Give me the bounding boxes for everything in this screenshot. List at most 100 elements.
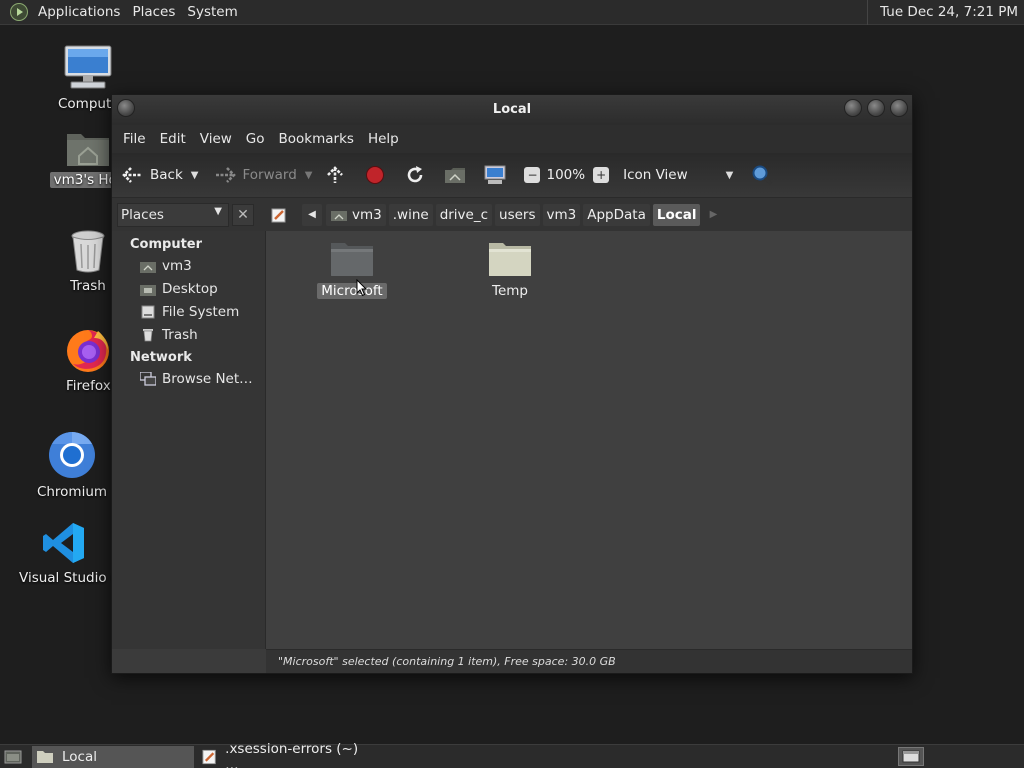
sidebar-type-value: Places xyxy=(121,206,164,223)
applications-menu-label: Applications xyxy=(38,3,121,20)
close-sidebar-icon[interactable]: ✕ xyxy=(232,203,254,226)
home-button[interactable] xyxy=(444,164,472,186)
file-item-temp[interactable]: Temp xyxy=(470,239,550,299)
sidebar-item-vm3[interactable]: vm3 xyxy=(112,255,265,278)
sidebar-type-select[interactable]: Places ▼ xyxy=(117,202,229,227)
breadcrumb-vm3[interactable]: vm3 xyxy=(542,203,581,226)
menu-go[interactable]: Go xyxy=(239,131,272,147)
sidebar-item-label: Desktop xyxy=(162,281,218,297)
breadcrumb-appdata[interactable]: AppData xyxy=(583,203,650,226)
system-menu[interactable]: System xyxy=(181,0,243,25)
location-bar: Places ▼ ✕ ◀ vm3 .wine drive_c users vm3… xyxy=(112,197,912,231)
breadcrumb-wine[interactable]: .wine xyxy=(388,203,433,226)
back-history-dropdown-icon[interactable]: ▼ xyxy=(191,170,199,181)
menu-help[interactable]: Help xyxy=(361,131,406,147)
forward-button[interactable]: Forward ▼ xyxy=(214,164,312,186)
desktop-icon-chromium[interactable]: Chromium xyxy=(34,430,110,500)
forward-history-dropdown-icon[interactable]: ▼ xyxy=(305,170,313,181)
file-name: Temp xyxy=(492,283,528,299)
network-icon xyxy=(140,372,156,386)
show-desktop-icon xyxy=(4,750,22,763)
forward-label: Forward xyxy=(242,167,297,183)
zoom-out-icon[interactable]: − xyxy=(524,167,541,183)
sidebar-heading-computer: Computer xyxy=(130,237,203,252)
menu-edit[interactable]: Edit xyxy=(153,131,193,147)
window-titlebar[interactable]: Local xyxy=(112,95,912,125)
places-menu[interactable]: Places xyxy=(126,0,181,25)
sidebar-item-desktop[interactable]: Desktop xyxy=(112,278,265,301)
menu-file[interactable]: File xyxy=(116,131,153,147)
sidebar-item-label: File System xyxy=(162,304,240,320)
vscode-icon xyxy=(43,523,84,563)
drive-icon xyxy=(140,305,156,319)
reload-button[interactable] xyxy=(404,164,432,186)
icon-view[interactable]: Microsoft Temp xyxy=(266,231,912,649)
taskbar-item-local[interactable]: Local xyxy=(32,745,194,768)
breadcrumb-scroll-right-icon[interactable]: ▶ xyxy=(703,204,723,226)
breadcrumb-vm3-home[interactable]: vm3 xyxy=(326,203,386,226)
home-folder-icon xyxy=(67,134,109,166)
computer-icon xyxy=(64,45,112,89)
clock[interactable]: Tue Dec 24, 7:21 PM xyxy=(867,0,1024,25)
bottom-panel: Local .xsession-errors (~) … xyxy=(0,741,1024,768)
sidebar-item-label: vm3 xyxy=(162,258,192,274)
maximize-button[interactable] xyxy=(867,99,885,117)
menubar: File Edit View Go Bookmarks Help xyxy=(112,125,912,153)
close-button[interactable] xyxy=(890,99,908,117)
firefox-icon xyxy=(67,330,109,372)
breadcrumb-local[interactable]: Local xyxy=(652,203,701,226)
taskbar-item-xsession-errors[interactable]: .xsession-errors (~) … xyxy=(198,741,368,768)
applications-logo-icon xyxy=(10,3,28,21)
menu-bookmarks[interactable]: Bookmarks xyxy=(272,131,361,147)
taskbar-item-label: Local xyxy=(62,748,97,765)
home-icon xyxy=(140,259,156,273)
mouse-pointer-icon xyxy=(356,279,368,297)
back-label: Back xyxy=(150,167,183,183)
file-manager-window: Local File Edit View Go Bookmarks Help B… xyxy=(111,94,913,674)
breadcrumb-drive-c[interactable]: drive_c xyxy=(435,203,493,226)
search-icon xyxy=(751,164,773,186)
zoom-control: − 100% + xyxy=(524,167,610,183)
up-button[interactable] xyxy=(324,164,352,186)
desktop-icon-label: Trash xyxy=(70,278,106,294)
desktop-icon-label: Chromium xyxy=(36,484,108,500)
breadcrumb-scroll-left-icon[interactable]: ◀ xyxy=(302,203,322,226)
up-arrow-icon xyxy=(324,164,346,186)
toolbar: Back ▼ Forward ▼ − 100% + Icon View ▼ xyxy=(112,153,912,197)
workspace-switcher[interactable] xyxy=(898,747,924,766)
desktop-icon-trash[interactable]: Trash xyxy=(58,228,118,294)
zoom-level: 100% xyxy=(546,167,586,183)
file-item-microsoft[interactable]: Microsoft xyxy=(312,239,392,299)
toggle-location-entry-icon[interactable] xyxy=(268,204,290,226)
desktop-icon-label: Visual Studio Co xyxy=(19,570,114,586)
stop-icon xyxy=(364,164,386,186)
zoom-in-icon[interactable]: + xyxy=(593,167,610,183)
view-mode-value: Icon View xyxy=(623,167,688,183)
sidebar-item-label: Browse Net… xyxy=(162,371,253,387)
desktop-icon-vscode[interactable]: Visual Studio Co xyxy=(14,520,114,586)
sidebar-item-file-system[interactable]: File System xyxy=(112,301,265,324)
taskbar-item-label: .xsession-errors (~) … xyxy=(225,740,359,768)
sidebar-item-browse-network[interactable]: Browse Net… xyxy=(112,368,265,391)
breadcrumb-users[interactable]: users xyxy=(495,203,540,226)
computer-icon xyxy=(484,164,506,186)
workspace-icon xyxy=(902,750,920,763)
trash-icon xyxy=(140,328,156,342)
back-button[interactable]: Back ▼ xyxy=(122,164,198,186)
status-bar: "Microsoft" selected (containing 1 item)… xyxy=(266,649,912,673)
minimize-button[interactable] xyxy=(844,99,862,117)
applications-menu[interactable]: Applications xyxy=(0,0,126,25)
file-name: Microsoft xyxy=(317,283,387,299)
folder-icon xyxy=(37,750,53,763)
menu-view[interactable]: View xyxy=(193,131,239,147)
show-desktop-button[interactable] xyxy=(2,746,24,768)
computer-button[interactable] xyxy=(484,164,512,186)
sidebar-item-trash[interactable]: Trash xyxy=(112,324,265,347)
stop-button[interactable] xyxy=(364,164,392,186)
sidebar-item-label: Trash xyxy=(162,327,198,343)
view-mode-select[interactable]: Icon View ▼ xyxy=(623,167,733,183)
home-icon xyxy=(331,210,347,221)
window-content: Computer vm3 Desktop File System Trash N… xyxy=(112,231,912,649)
breadcrumb: ◀ vm3 .wine drive_c users vm3 AppData Lo… xyxy=(268,203,727,226)
search-button[interactable] xyxy=(751,164,779,186)
